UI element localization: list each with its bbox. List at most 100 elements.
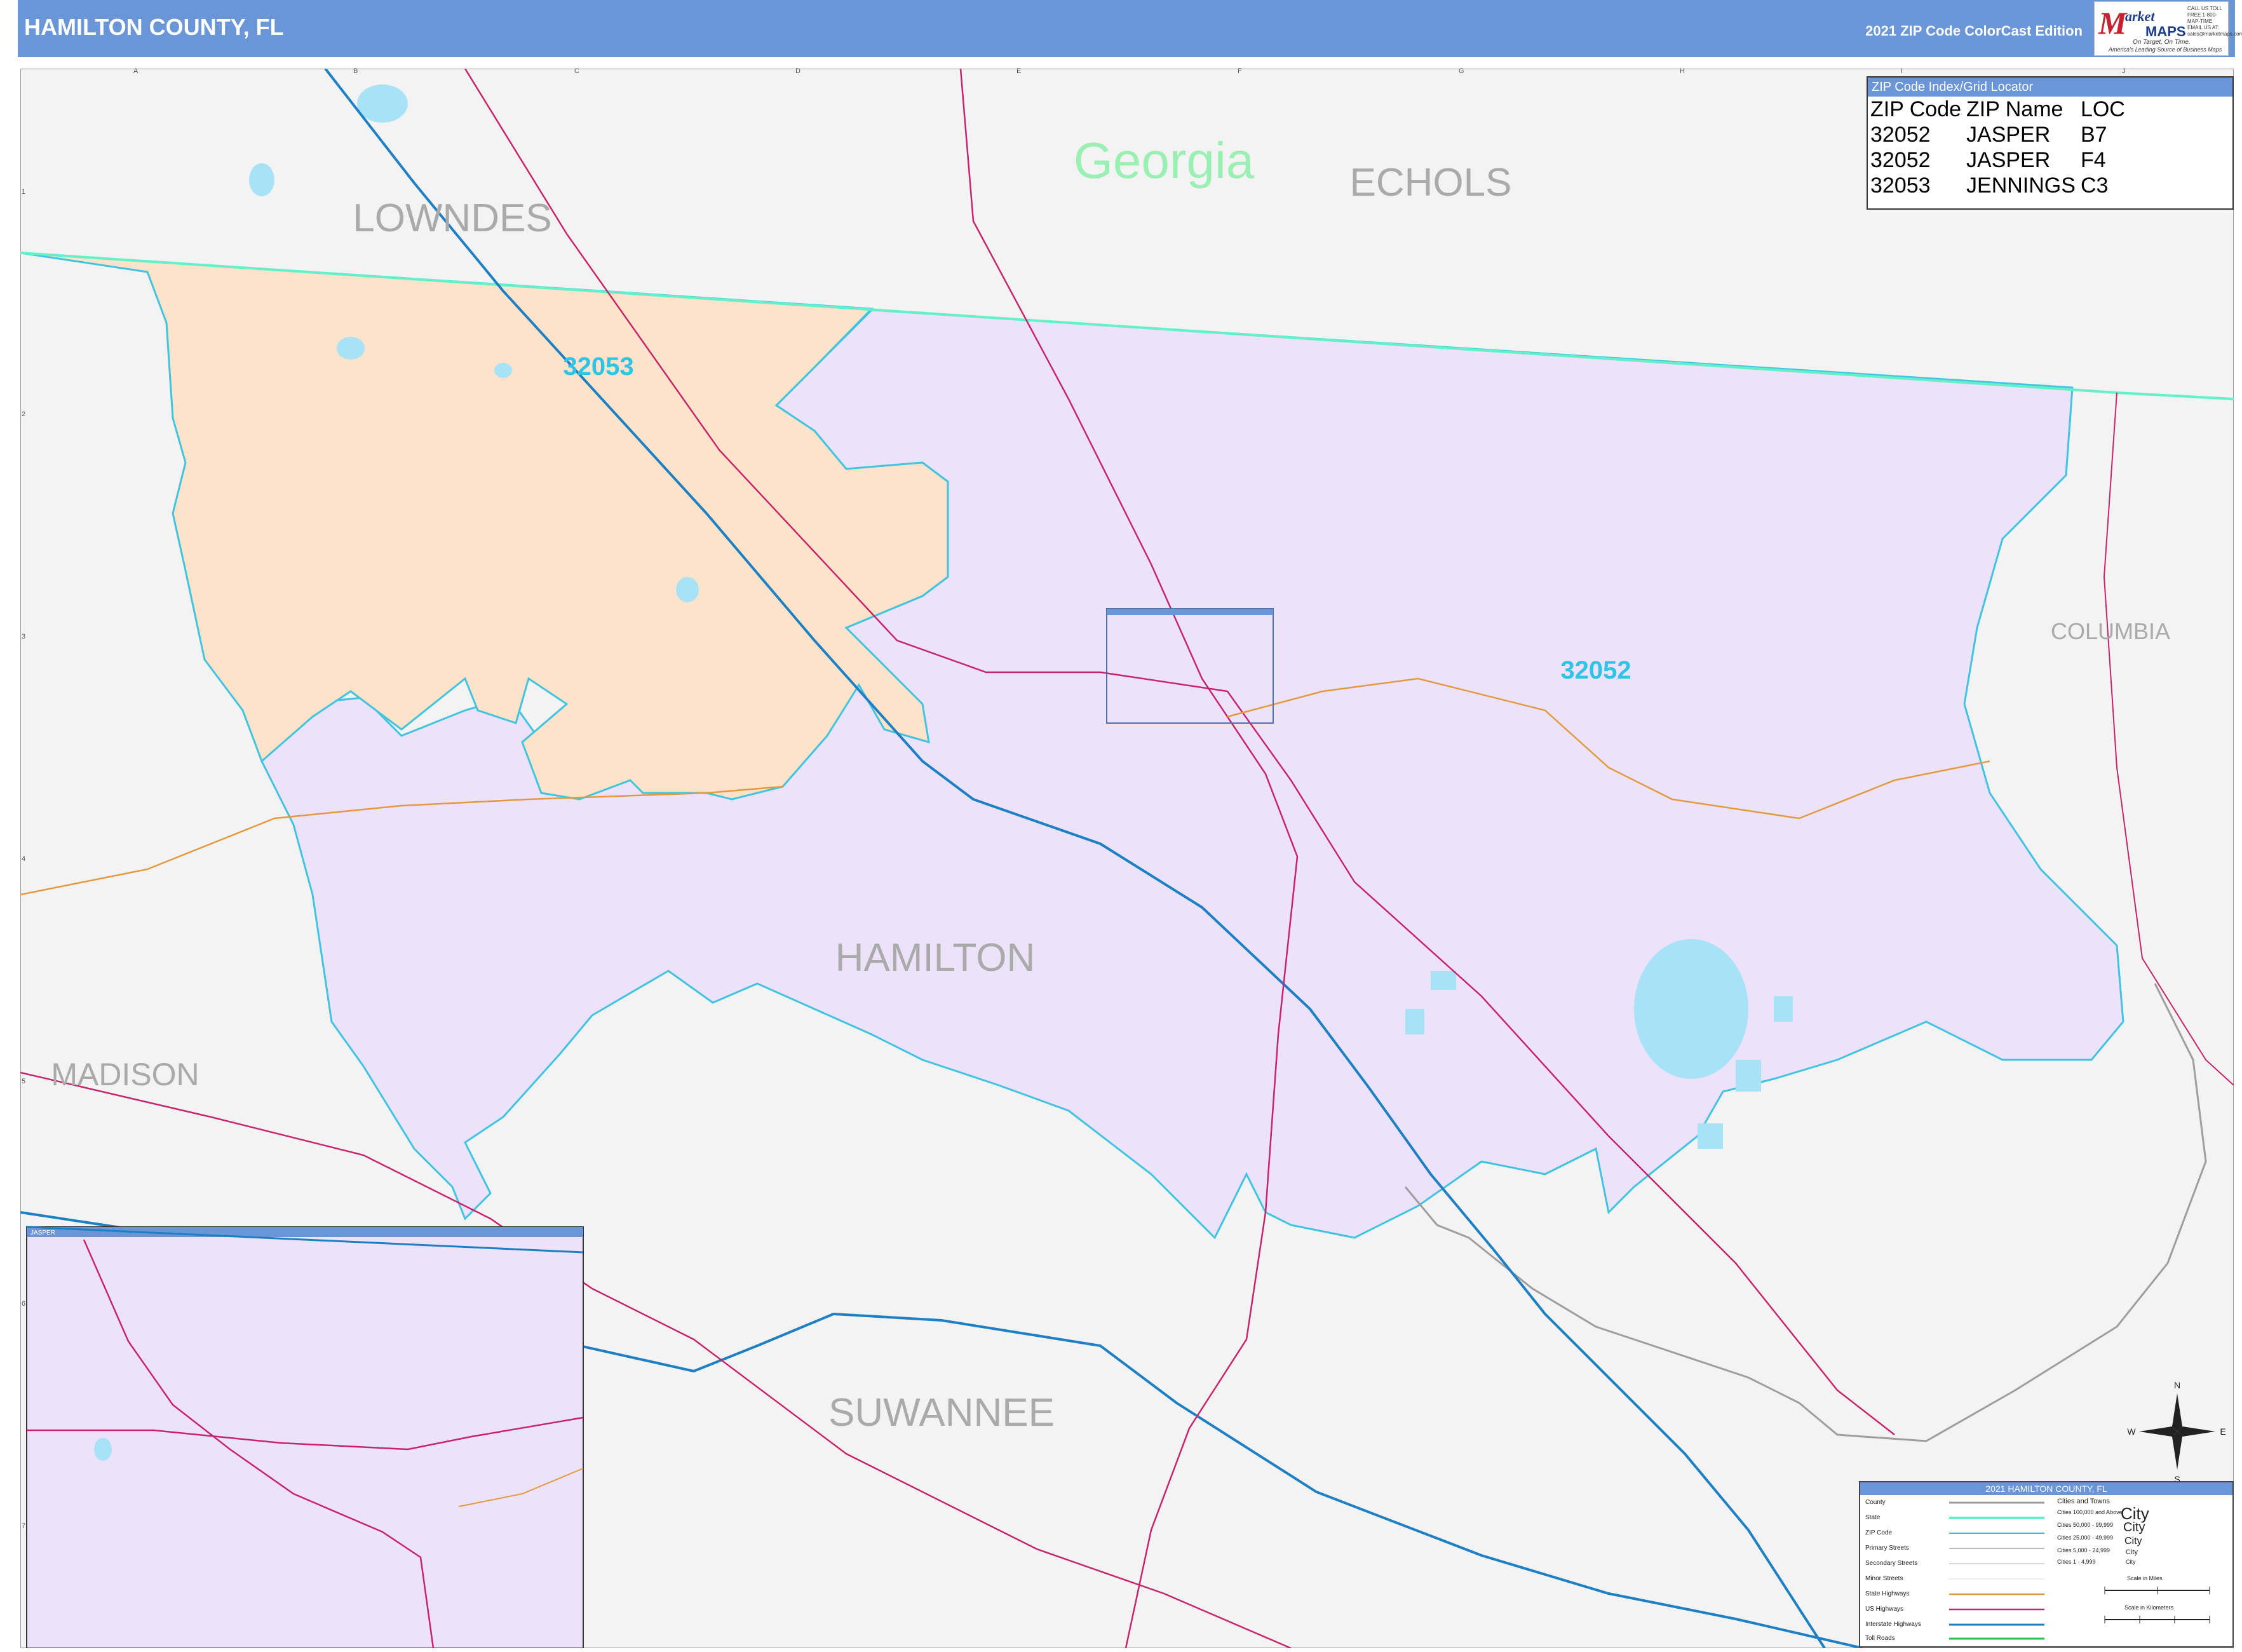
county-label-lowndes: LOWNDES <box>353 196 551 240</box>
grid-row-5: 5 <box>22 1078 26 1085</box>
county-label-echols: ECHOLS <box>1350 161 1512 205</box>
grid-row-7: 7 <box>22 1522 26 1530</box>
county-label-madison: MADISON <box>51 1057 199 1092</box>
market-maps-logo: M arket MAPS On Target, On Time. America… <box>2094 1 2242 56</box>
grid-col-b: B <box>353 67 358 75</box>
legend-city-sample-5: City <box>2126 1559 2136 1565</box>
legend-us-highways: US Highways <box>1865 1606 1904 1613</box>
logo-tagline: On Target, On Time. <box>2133 39 2191 46</box>
header-zip-name: ZIP Name <box>1966 97 2063 121</box>
table-row: 32053 JENNINGS C3 <box>1869 173 2129 198</box>
table-row: 32052 JASPER F4 <box>1869 147 2129 173</box>
legend-state: State <box>1865 1514 1881 1521</box>
inset-lake <box>94 1438 112 1461</box>
legend-city-sample-3: City <box>2124 1536 2142 1547</box>
legend-cities-title: Cities and Towns <box>2057 1498 2110 1505</box>
mining-pond <box>1736 1060 1761 1092</box>
legend-city-size-5: Cities 1 - 4,999 <box>2057 1559 2096 1565</box>
zip-cell: 32053 <box>1870 173 1931 198</box>
name-cell: JASPER <box>1966 123 2051 147</box>
legend-title: 2021 HAMILTON COUNTY, FL <box>1860 1482 2232 1495</box>
header-zip-code: ZIP Code <box>1870 97 1962 121</box>
grid-col-i: I <box>1901 67 1903 75</box>
zip-index-title: ZIP Code Index/Grid Locator <box>1868 78 2232 97</box>
logo-arket: arket <box>2125 8 2155 24</box>
legend-city-sample-4: City <box>2126 1548 2138 1556</box>
map-legend: 2021 HAMILTON COUNTY, FL County State ZI… <box>1859 1481 2234 1648</box>
legend-city-sample-2: City <box>2123 1520 2145 1534</box>
grid-col-j: J <box>2122 67 2126 75</box>
grid-col-d: D <box>795 67 800 75</box>
grid-col-f: F <box>1238 67 1242 75</box>
zip-label-32053: 32053 <box>563 353 633 381</box>
lake <box>494 363 512 378</box>
edition-label: 2021 ZIP Code ColorCast Edition <box>1865 23 2083 39</box>
lake <box>249 163 274 196</box>
county-map[interactable]: Georgia LOWNDES ECHOLS COLUMBIA MADISON … <box>20 69 2234 1648</box>
mining-pond <box>1405 1009 1424 1034</box>
map-title: HAMILTON COUNTY, FL <box>24 14 284 40</box>
map-header: HAMILTON COUNTY, FL 2021 ZIP Code ColorC… <box>18 0 2242 57</box>
legend-city-size-3: Cities 25,000 - 49,999 <box>2057 1534 2114 1541</box>
loc-cell: B7 <box>2080 123 2107 147</box>
lake <box>337 337 365 360</box>
grid-col-h: H <box>1680 67 1685 75</box>
legend-city-size-1: Cities 100,000 and Above <box>2057 1509 2123 1515</box>
county-label-hamilton: HAMILTON <box>835 936 1036 980</box>
grid-col-c: C <box>574 67 579 75</box>
loc-cell: F4 <box>2080 148 2106 172</box>
grid-col-a: A <box>133 67 138 75</box>
state-label-georgia: Georgia <box>1074 132 1255 189</box>
scale-bar-km <box>2104 1616 2210 1623</box>
legend-county: County <box>1865 1499 1886 1506</box>
table-header-row: ZIP Code ZIP Name LOC <box>1869 97 2129 122</box>
compass-e: E <box>2220 1426 2225 1437</box>
compass-w: W <box>2127 1426 2136 1437</box>
compass-n: N <box>2174 1380 2180 1390</box>
logo-contact: CALL US TOLL FREE 1-800-MAP-TIME EMAIL U… <box>2187 6 2242 37</box>
table-row: 32052 JASPER B7 <box>1869 122 2129 147</box>
legend-scale-km: Scale in Kilometers <box>2124 1604 2174 1611</box>
legend-scale-miles: Scale in Miles <box>2127 1575 2163 1581</box>
name-cell: JENNINGS <box>1966 173 2076 198</box>
grid-row-6: 6 <box>22 1300 26 1308</box>
mining-pond <box>1774 996 1793 1022</box>
legend-state-highways: State Highways <box>1865 1590 1910 1597</box>
lake <box>357 85 408 123</box>
logo-maps: MAPS <box>2145 24 2186 39</box>
lake <box>676 577 699 602</box>
grid-col-g: G <box>1459 67 1464 75</box>
legend-zip-code: ZIP Code <box>1865 1529 1893 1536</box>
zip-cell: 32052 <box>1870 148 1931 172</box>
zip-index-table: ZIP Code Index/Grid Locator ZIP Code ZIP… <box>1867 76 2234 210</box>
grid-col-e: E <box>1016 67 1022 75</box>
lake <box>1634 939 1748 1079</box>
legend-minor-streets: Minor Streets <box>1865 1575 1903 1582</box>
grid-row-2: 2 <box>22 410 26 418</box>
legend-interstate-highways: Interstate Highways <box>1865 1621 1921 1628</box>
logo-letter: M <box>2098 5 2127 41</box>
legend-city-size-4: Cities 5,000 - 24,999 <box>2057 1547 2110 1554</box>
zip-index-grid: ZIP Code ZIP Name LOC 32052 JASPER B7 32… <box>1869 97 2129 198</box>
header-loc: LOC <box>2080 97 2125 121</box>
grid-row-1: 1 <box>22 188 26 196</box>
legend-toll-roads: Toll Roads <box>1865 1635 1895 1642</box>
mining-pond <box>1698 1123 1723 1149</box>
grid-row-3: 3 <box>22 633 26 640</box>
inset-title: JASPER <box>30 1229 55 1236</box>
scale-bar-miles <box>2104 1587 2210 1594</box>
jasper-inset: JASPER <box>26 1226 584 1648</box>
loc-cell: C3 <box>2080 173 2109 198</box>
mining-pond <box>1431 971 1456 990</box>
legend-city-size-2: Cities 50,000 - 99,999 <box>2057 1522 2114 1528</box>
grid-row-4: 4 <box>22 855 26 863</box>
zip-label-32052: 32052 <box>1560 656 1631 684</box>
legend-swatches <box>1949 1501 2044 1640</box>
legend-secondary-streets: Secondary Streets <box>1865 1560 1918 1567</box>
county-label-suwannee: SUWANNEE <box>828 1391 1055 1435</box>
legend-primary-streets: Primary Streets <box>1865 1545 1909 1552</box>
county-label-columbia: COLUMBIA <box>2051 618 2170 644</box>
zip-cell: 32052 <box>1870 123 1931 147</box>
name-cell: JASPER <box>1966 148 2051 172</box>
logo-tagline-2: America's Leading Source of Business Map… <box>2109 46 2222 53</box>
